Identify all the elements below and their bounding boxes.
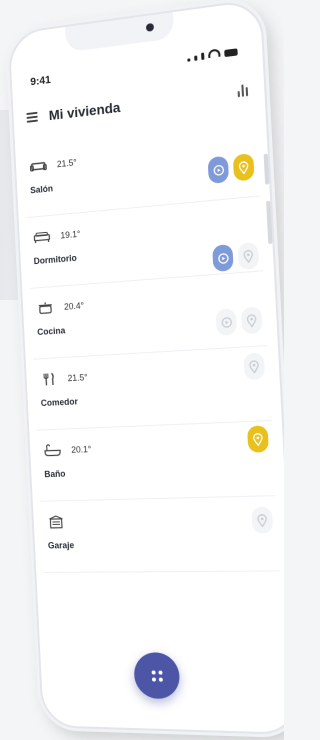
room-temperature: 19.1° — [60, 228, 81, 241]
room-name: Comedor — [40, 396, 79, 409]
location-toggle-button[interactable] — [237, 241, 260, 271]
room-name: Dormitorio — [33, 252, 77, 267]
stats-icon[interactable] — [237, 82, 249, 98]
signal-icon — [194, 55, 198, 61]
video-toggle-button[interactable] — [215, 308, 238, 336]
location-toggle-button[interactable] — [232, 153, 255, 182]
header: Mi vivienda — [26, 80, 249, 130]
room-name: Garaje — [47, 540, 75, 551]
room-actions — [251, 506, 274, 534]
room-item-garaje[interactable]: Garaje — [40, 496, 280, 573]
phone-side-button — [266, 200, 273, 245]
screen: 9:41 Mi vivienda 21.5° Salón 19.1° Dormi… — [0, 0, 284, 740]
room-name: Salón — [29, 183, 54, 196]
room-name: Cocina — [37, 325, 66, 338]
wifi-icon — [207, 48, 221, 59]
room-temperature: 21.5° — [56, 157, 77, 170]
apps-fab-button[interactable] — [133, 652, 181, 700]
room-actions — [243, 352, 266, 381]
room-temperature: 21.5° — [67, 372, 88, 384]
sofa-icon — [29, 159, 48, 175]
phone-frame: 9:41 Mi vivienda 21.5° Salón 19.1° Dormi… — [7, 0, 284, 736]
room-actions — [207, 153, 255, 184]
room-temperature: 20.1° — [71, 444, 92, 455]
menu-icon[interactable] — [26, 111, 38, 123]
bathtub-icon — [43, 443, 62, 457]
location-toggle-button[interactable] — [251, 506, 274, 534]
status-icons — [187, 46, 238, 62]
video-toggle-button[interactable] — [207, 155, 230, 184]
room-item-comedor[interactable]: 21.5° Comedor — [33, 346, 272, 431]
pot-icon — [36, 301, 55, 316]
status-time: 9:41 — [30, 74, 52, 89]
phone-side-button — [263, 153, 270, 185]
garage-icon — [46, 515, 65, 529]
bed-icon — [32, 230, 51, 245]
signal-icon — [201, 52, 205, 60]
room-item-bano[interactable]: 20.1° Baño — [36, 421, 276, 502]
location-toggle-button[interactable] — [246, 425, 269, 453]
room-list: 21.5° Salón 19.1° Dormitorio 20.4° Cocin… — [22, 121, 280, 573]
camera-icon — [145, 22, 155, 32]
video-toggle-button[interactable] — [212, 243, 234, 272]
signal-icon — [187, 58, 191, 62]
grid-dots-icon — [151, 669, 163, 682]
battery-icon — [224, 48, 238, 58]
room-temperature: 20.4° — [63, 300, 85, 312]
room-actions — [215, 306, 263, 336]
location-toggle-button[interactable] — [240, 306, 263, 335]
phone-notch — [65, 12, 175, 53]
room-actions — [246, 425, 269, 453]
room-name: Baño — [44, 468, 66, 480]
page-title: Mi vivienda — [48, 99, 121, 124]
cutlery-icon — [39, 372, 58, 387]
location-toggle-button[interactable] — [243, 352, 266, 381]
room-actions — [212, 241, 260, 272]
